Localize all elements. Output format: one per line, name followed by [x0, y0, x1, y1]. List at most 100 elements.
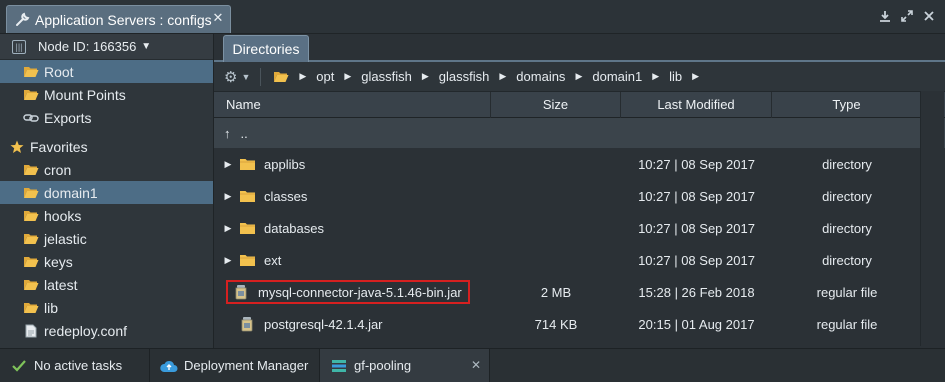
file-name: databases [264, 220, 324, 236]
file-table: ↑ .. ▶ applibs 10:27 | 08 Sep 2017 direc… [214, 118, 945, 340]
file-modified: 10:27 | 08 Sep 2017 [638, 252, 755, 268]
favorite-label: jelastic [44, 230, 87, 247]
chevron-down-icon: ▼ [141, 41, 152, 52]
table-row[interactable]: mysql-connector-java-5.1.46-bin.jar 2 MB… [214, 276, 945, 308]
app-tab[interactable]: Application Servers : configs ✕ [6, 5, 231, 33]
chevron-right-icon: ▶ [499, 71, 507, 81]
favorite-label: domain1 [44, 184, 98, 201]
tab-directories[interactable]: Directories [223, 35, 309, 62]
column-header-modified[interactable]: Last Modified [621, 92, 772, 118]
status-bar: No active tasks Deployment Manager gf-po… [0, 348, 945, 382]
file-type: directory [822, 220, 872, 236]
file-icon [22, 323, 40, 339]
folder-open-icon [22, 300, 40, 316]
favorite-item-redeploy-conf[interactable]: redeploy.conf [0, 319, 213, 342]
sidebar-item-label: Mount Points [44, 86, 126, 103]
breadcrumb-item[interactable]: opt [316, 69, 334, 84]
sidebar-item-label: Root [44, 63, 74, 80]
file-modified: 15:28 | 26 Feb 2018 [638, 284, 755, 300]
close-window-icon[interactable] [921, 8, 937, 24]
parent-directory-row[interactable]: ↑ .. [214, 118, 945, 148]
column-header-name[interactable]: Name [214, 92, 491, 118]
folder-open-icon [22, 87, 40, 103]
file-type: directory [822, 252, 872, 268]
favorite-item-cron[interactable]: cron [0, 158, 213, 181]
folder-open-icon [22, 231, 40, 247]
vertical-scrollbar[interactable] [920, 91, 944, 346]
app-tab-title: Application Servers : configs [35, 11, 212, 28]
tasks-indicator[interactable]: No active tasks [0, 349, 150, 382]
folder-icon [238, 252, 256, 268]
divider [260, 67, 262, 86]
favorite-item-keys[interactable]: keys [0, 250, 213, 273]
table-row[interactable]: ▶ ext 10:27 | 08 Sep 2017 directory [214, 244, 945, 276]
favorite-label: cron [44, 161, 72, 178]
file-name: classes [264, 188, 308, 204]
expand-arrow-icon[interactable]: ▶ [222, 159, 234, 170]
sidebar-item-exports[interactable]: Exports [0, 106, 213, 129]
chevron-right-icon: ▶ [421, 71, 429, 81]
file-type: regular file [816, 316, 878, 332]
cloud-upload-icon [160, 358, 178, 374]
favorite-item-latest[interactable]: latest [0, 273, 213, 296]
table-row[interactable]: ▶ applibs 10:27 | 08 Sep 2017 directory [214, 148, 945, 180]
root-folder-icon[interactable] [273, 70, 289, 83]
favorite-item-hooks[interactable]: hooks [0, 204, 213, 227]
table-row[interactable]: postgresql-42.1.4.jar 714 KB 20:15 | 01 … [214, 308, 945, 340]
folder-open-icon [22, 64, 40, 80]
environment-tab[interactable]: gf-pooling ✕ [320, 349, 490, 382]
window-controls [877, 8, 937, 24]
favorites-header[interactable]: Favorites [0, 135, 213, 158]
breadcrumb-item[interactable]: glassfish [361, 69, 412, 84]
file-name: ext [264, 252, 282, 268]
chevron-right-icon: ▶ [692, 71, 700, 81]
breadcrumb-item[interactable]: domains [516, 69, 565, 84]
column-header-size[interactable]: Size [491, 92, 621, 118]
breadcrumb-item[interactable]: lib [669, 69, 682, 84]
favorite-item-lib[interactable]: lib [0, 296, 213, 319]
sidebar-item-root[interactable]: Root [0, 60, 213, 83]
expand-arrow-icon[interactable]: ▶ [222, 191, 234, 202]
expand-arrow-icon[interactable]: ▶ [222, 223, 234, 234]
chevron-down-icon[interactable]: ▼ [241, 72, 250, 82]
favorites-label: Favorites [30, 138, 88, 155]
chevron-right-icon: ▶ [575, 71, 583, 81]
folder-open-icon [22, 254, 40, 270]
close-icon[interactable]: ✕ [211, 11, 225, 25]
file-table-header: Name Size Last Modified Type [214, 92, 945, 118]
chevron-right-icon: ▶ [344, 71, 352, 81]
favorite-label: redeploy.conf [44, 322, 128, 339]
window-title-bar: Application Servers : configs ✕ [0, 0, 945, 34]
file-modified: 10:27 | 08 Sep 2017 [638, 220, 755, 236]
sidebar: ||| Node ID: 166356 ▼ Root Mount Points … [0, 34, 214, 348]
column-header-type[interactable]: Type [772, 92, 922, 118]
table-row[interactable]: ▶ classes 10:27 | 08 Sep 2017 directory [214, 180, 945, 212]
folder-open-icon [22, 185, 40, 201]
file-name: applibs [264, 156, 306, 172]
favorite-item-domain1[interactable]: domain1 [0, 181, 213, 204]
download-icon[interactable] [877, 8, 893, 24]
folder-icon [238, 188, 256, 204]
jar-file-icon [238, 316, 256, 332]
expand-icon[interactable] [899, 8, 915, 24]
close-icon[interactable]: ✕ [471, 358, 481, 372]
breadcrumb-item[interactable]: glassfish [439, 69, 490, 84]
file-name: postgresql-42.1.4.jar [264, 316, 383, 332]
deployment-manager-tab[interactable]: Deployment Manager [150, 349, 320, 382]
file-modified: 10:27 | 08 Sep 2017 [638, 188, 755, 204]
file-size: 2 MB [540, 284, 572, 300]
breadcrumb-item[interactable]: domain1 [592, 69, 642, 84]
node-id-label: Node ID: 166356 [38, 39, 137, 54]
star-icon [8, 139, 26, 155]
folder-icon [238, 156, 256, 172]
gear-icon[interactable]: ⚙ [224, 68, 237, 86]
file-type: directory [822, 156, 872, 172]
highlight-box: mysql-connector-java-5.1.46-bin.jar [226, 280, 470, 304]
expand-arrow-icon[interactable]: ▶ [222, 255, 234, 266]
environment-icon [330, 358, 348, 374]
table-row[interactable]: ▶ databases 10:27 | 08 Sep 2017 director… [214, 212, 945, 244]
node-selector[interactable]: ||| Node ID: 166356 ▼ [0, 34, 213, 60]
favorite-item-jelastic[interactable]: jelastic [0, 227, 213, 250]
sidebar-item-mount-points[interactable]: Mount Points [0, 83, 213, 106]
deployment-label: Deployment Manager [184, 358, 309, 373]
